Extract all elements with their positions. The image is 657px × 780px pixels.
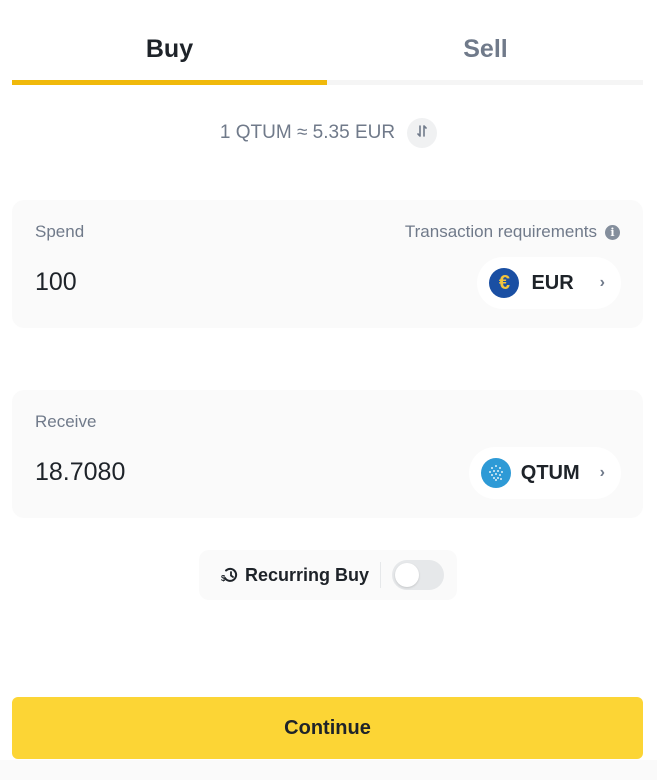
- tab-sell[interactable]: Sell: [328, 0, 643, 86]
- recurring-buy-control: $ Recurring Buy: [199, 550, 457, 600]
- info-icon: i: [605, 224, 620, 240]
- receive-card: Receive QTUM ›: [12, 390, 643, 518]
- spend-currency-selector[interactable]: € EUR ›: [477, 257, 621, 309]
- spend-card: Spend Transaction requirements i € EUR ›: [12, 200, 643, 328]
- spend-currency-code: EUR: [531, 271, 574, 294]
- svg-text:$: $: [221, 574, 226, 583]
- receive-label: Receive: [35, 412, 97, 431]
- receive-currency-selector[interactable]: QTUM ›: [468, 447, 621, 499]
- receive-amount-input[interactable]: [35, 454, 435, 490]
- tab-buy-label: Buy: [145, 35, 194, 63]
- swap-vertical-icon: [416, 124, 428, 142]
- exchange-rate-row: 1 QTUM ≈ 5.35 EUR: [0, 116, 657, 150]
- transaction-requirements-link[interactable]: Transaction requirements i: [405, 222, 620, 242]
- transaction-requirements-label: Transaction requirements: [404, 222, 597, 241]
- exchange-rate-text: 1 QTUM ≈ 5.35 EUR: [219, 122, 396, 143]
- swap-rate-button[interactable]: [407, 118, 438, 148]
- recurring-dollar-icon: $: [221, 566, 239, 584]
- receive-currency-code: QTUM: [520, 461, 580, 484]
- recurring-buy-label: Recurring Buy: [245, 564, 370, 585]
- toggle-knob: [395, 563, 420, 587]
- bottom-safe-area: [0, 760, 657, 780]
- qtum-coin-icon: [480, 458, 511, 488]
- tab-buy[interactable]: Buy: [12, 0, 327, 86]
- tab-sell-label: Sell: [463, 35, 508, 63]
- spend-label: Spend: [35, 222, 85, 241]
- divider: [380, 562, 382, 588]
- spend-amount-input[interactable]: [35, 264, 435, 300]
- recurring-buy-toggle[interactable]: [392, 560, 445, 590]
- chevron-right-icon: ›: [599, 274, 605, 291]
- buy-sell-tabs: Buy Sell: [12, 0, 643, 86]
- continue-button[interactable]: Continue: [12, 697, 643, 759]
- active-tab-indicator: [12, 80, 327, 85]
- chevron-right-icon: ›: [599, 464, 605, 481]
- euro-coin-icon: €: [489, 268, 520, 298]
